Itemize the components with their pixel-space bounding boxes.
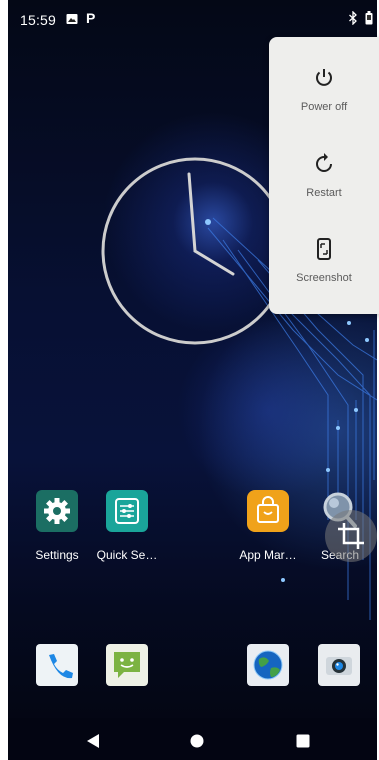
shopping-bag-icon: [247, 490, 289, 532]
clock-minute-hand: [187, 172, 197, 253]
message-icon: [114, 652, 140, 678]
status-bar: 15:59 P: [8, 0, 377, 34]
dock-messages[interactable]: [106, 644, 148, 686]
power-off-label: Power off: [300, 101, 348, 113]
battery-icon: [365, 11, 373, 30]
floating-crop-button[interactable]: [325, 510, 377, 562]
restart-icon: [316, 153, 332, 172]
restart-label: Restart: [306, 187, 342, 199]
screenshot-button[interactable]: Screenshot: [269, 230, 379, 310]
sliders-icon: [106, 490, 148, 532]
power-menu: Power off Restart Screenshot: [269, 37, 379, 314]
clock-hour-hand: [193, 249, 235, 276]
app-quick-settings[interactable]: Quick Se…: [92, 490, 162, 570]
settings-gear-icon: [36, 490, 78, 532]
screenshot-icon: [317, 238, 331, 260]
crop-icon: [338, 523, 364, 549]
restart-button[interactable]: Restart: [269, 145, 379, 225]
bluetooth-icon: [348, 10, 358, 30]
status-time: 15:59: [20, 12, 57, 28]
dock-camera[interactable]: [318, 644, 360, 686]
app-settings[interactable]: Settings: [22, 490, 92, 570]
screen-frame-left: [0, 0, 8, 760]
power-off-button[interactable]: Power off: [269, 59, 379, 139]
app-label-quick-settings: Quick Se…: [96, 548, 158, 562]
image-notification-icon: [66, 12, 78, 30]
back-icon[interactable]: [86, 733, 100, 749]
screenshot-label: Screenshot: [296, 272, 352, 284]
power-icon: [316, 69, 332, 86]
home-icon[interactable]: [190, 734, 204, 748]
phone-icon: [49, 654, 73, 679]
app-label-app-market: App Mar…: [239, 548, 297, 562]
app-app-market[interactable]: App Mar…: [233, 490, 303, 570]
navigation-bar: [8, 718, 377, 760]
dock-phone[interactable]: [36, 644, 78, 686]
globe-icon: [253, 650, 283, 680]
camera-icon: [326, 657, 352, 675]
p-notification-icon: P: [86, 10, 96, 26]
dock-browser[interactable]: [247, 644, 289, 686]
analog-clock-widget[interactable]: [100, 152, 290, 357]
recents-icon[interactable]: [296, 734, 310, 748]
